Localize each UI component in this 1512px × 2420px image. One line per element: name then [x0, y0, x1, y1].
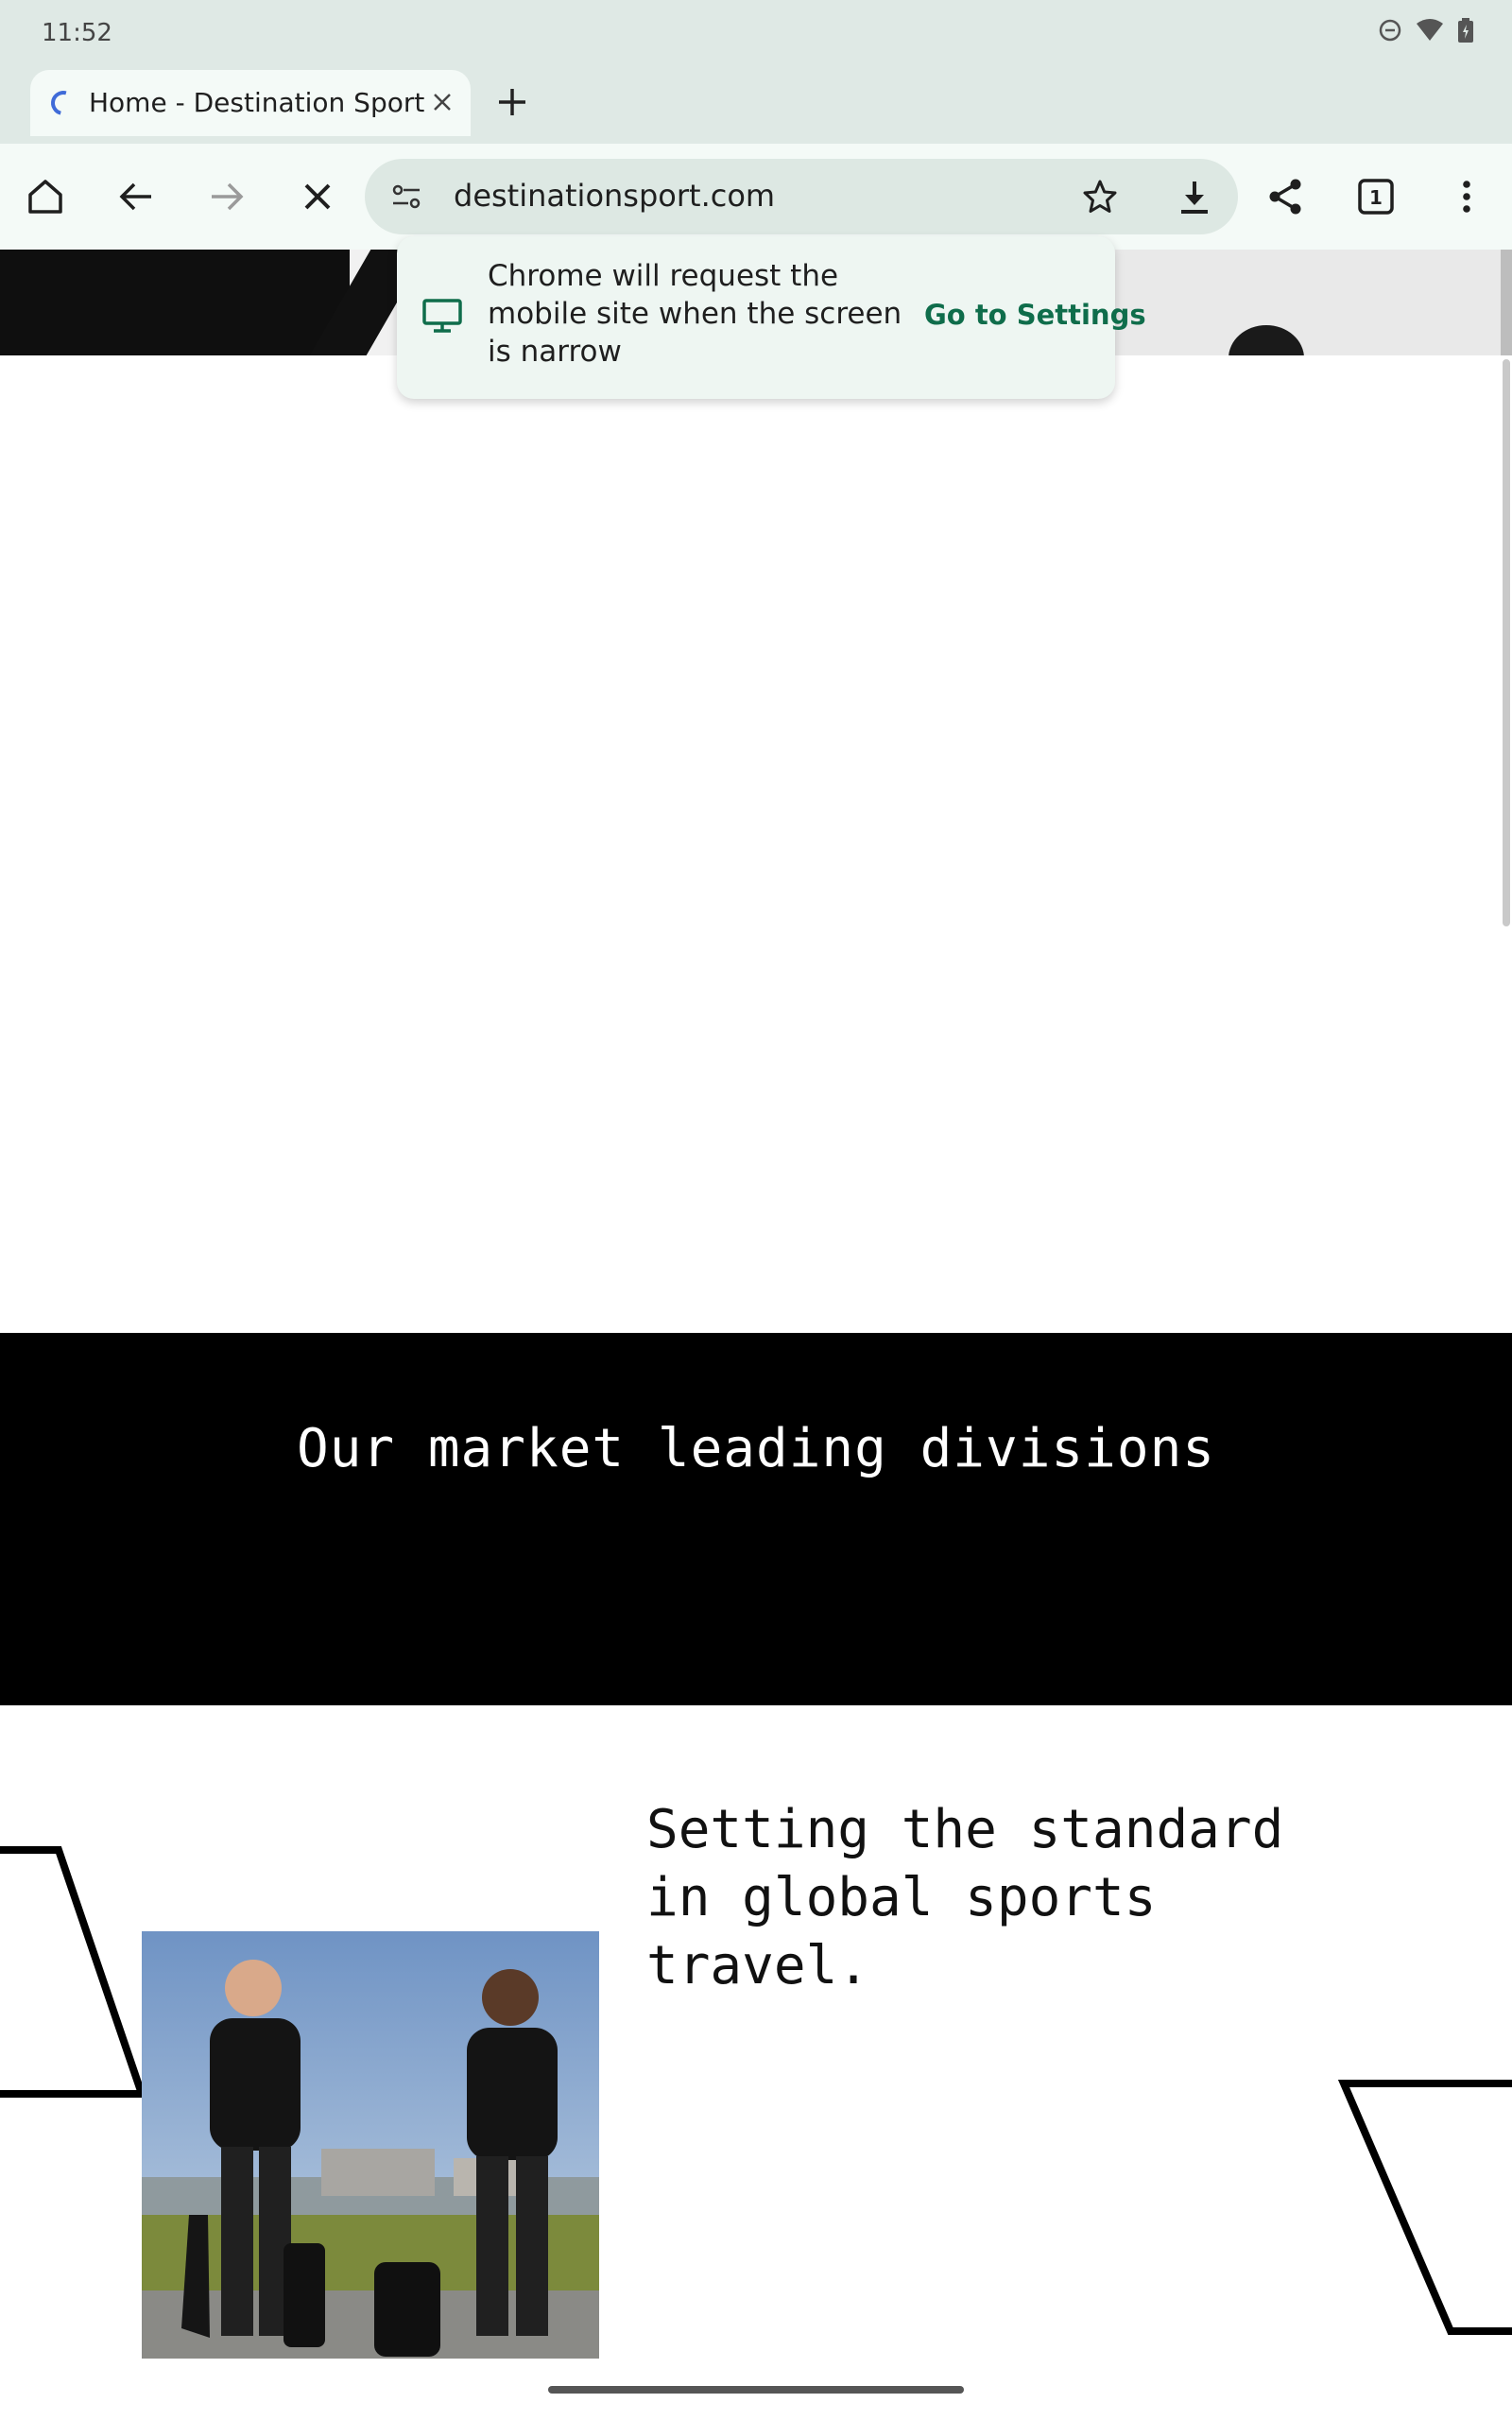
- home-button[interactable]: [19, 170, 72, 223]
- page-scrollbar[interactable]: [1503, 359, 1510, 926]
- stop-loading-button[interactable]: [291, 170, 344, 223]
- loading-spinner-icon: [46, 86, 80, 120]
- tab-title: Home - Destination Sport: [89, 87, 425, 118]
- bookmark-star-icon[interactable]: [1081, 178, 1119, 216]
- share-icon: [1269, 179, 1301, 215]
- forward-button[interactable]: [200, 170, 253, 223]
- decorative-parallelogram-left: [0, 1846, 147, 2098]
- close-icon: [304, 183, 331, 210]
- decorative-parallelogram-right: [1337, 2080, 1512, 2335]
- home-icon: [28, 180, 62, 214]
- url-text[interactable]: destinationsport.com: [454, 178, 775, 214]
- desktop-computer-icon: [422, 299, 462, 333]
- share-button[interactable]: [1259, 170, 1312, 223]
- site-settings-icon[interactable]: [389, 180, 423, 214]
- forward-arrow-icon: [212, 182, 244, 211]
- notice-message: Chrome will request the mobile site when…: [488, 259, 902, 369]
- more-vert-icon: [1463, 181, 1470, 213]
- address-bar[interactable]: destinationsport.com: [365, 159, 1238, 234]
- go-to-settings-link[interactable]: Go to Settings: [924, 299, 1146, 331]
- status-bar: 11:52: [0, 0, 1512, 68]
- desktop-site-notice: Chrome will request the mobile site when…: [397, 236, 1146, 399]
- wifi-icon: [1417, 19, 1443, 41]
- divisions-band: [0, 1333, 1512, 1705]
- gesture-navigation-bar[interactable]: [548, 2386, 964, 2394]
- back-button[interactable]: [110, 170, 163, 223]
- tagline-heading: Setting the standard in global sports tr…: [646, 1799, 1284, 1996]
- close-tab-icon[interactable]: [423, 83, 461, 121]
- do-not-disturb-icon: [1379, 19, 1401, 42]
- new-tab-icon[interactable]: [491, 81, 533, 123]
- status-icons: [1378, 17, 1474, 43]
- tab-switcher-button[interactable]: 1: [1349, 170, 1402, 223]
- download-icon[interactable]: [1174, 176, 1215, 217]
- back-arrow-icon: [119, 182, 151, 211]
- battery-icon: [1458, 18, 1473, 43]
- divisions-heading: Our market leading divisions: [296, 1418, 1215, 1479]
- tab-count: 1: [1369, 186, 1383, 209]
- team-travel-photo: [142, 1931, 599, 2359]
- browser-toolbar: destinationsport.com 1: [0, 144, 1512, 250]
- status-time: 11:52: [42, 19, 112, 47]
- menu-button[interactable]: [1440, 170, 1493, 223]
- tab-strip: Home - Destination Sport: [0, 68, 1512, 144]
- tab-switcher-icon: 1: [1358, 179, 1394, 215]
- tab-home[interactable]: Home - Destination Sport: [30, 70, 471, 136]
